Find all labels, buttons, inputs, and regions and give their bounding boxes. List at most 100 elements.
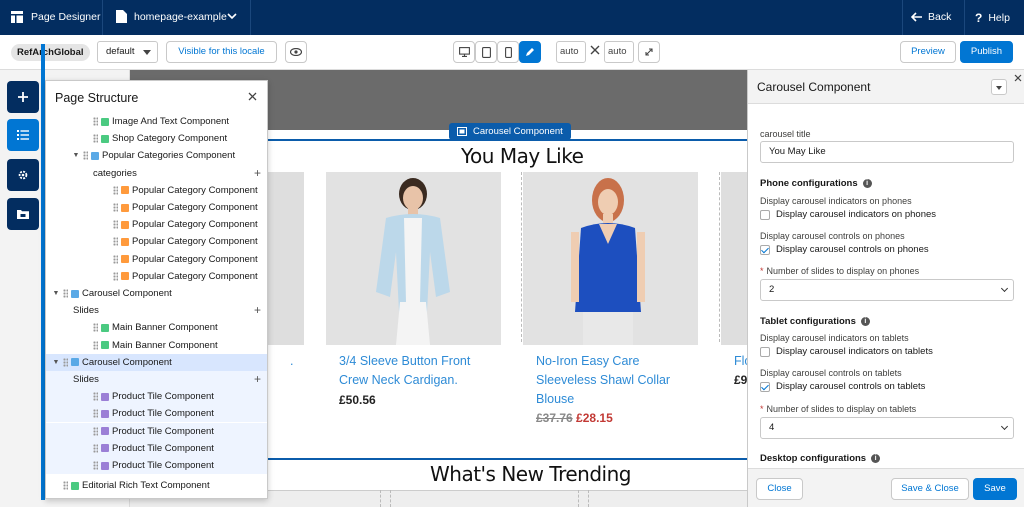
drag-handle-icon[interactable] bbox=[93, 323, 98, 333]
tree-row[interactable]: Popular Category Component bbox=[46, 251, 267, 268]
checkbox[interactable] bbox=[760, 209, 770, 220]
tablet-view-button[interactable] bbox=[475, 41, 497, 63]
help-button[interactable]: ? Help bbox=[975, 11, 1010, 25]
info-icon[interactable]: i bbox=[860, 317, 870, 326]
component-menu-button[interactable] bbox=[991, 79, 1007, 95]
drag-handle-icon[interactable] bbox=[113, 271, 118, 281]
rotate-button[interactable] bbox=[638, 41, 660, 63]
expand-toggle-icon[interactable]: ▼ bbox=[52, 285, 60, 302]
locale-select[interactable]: default bbox=[97, 41, 158, 63]
checkbox-checked[interactable] bbox=[760, 381, 770, 392]
tree-row[interactable]: ▼ Carousel Component bbox=[46, 285, 267, 302]
width-input[interactable]: auto bbox=[556, 41, 586, 63]
save-close-button[interactable]: Save & Close bbox=[891, 478, 969, 500]
expand-toggle-icon[interactable]: ▼ bbox=[52, 354, 60, 371]
tree-row[interactable]: Popular Category Component bbox=[46, 199, 267, 216]
app-grid-icon[interactable] bbox=[11, 11, 23, 23]
drag-handle-icon[interactable] bbox=[63, 289, 68, 298]
product-image[interactable] bbox=[523, 172, 698, 345]
tree-row[interactable]: categories + bbox=[46, 165, 267, 182]
tree-row[interactable]: Popular Category Component bbox=[46, 182, 267, 199]
tree-row[interactable]: Main Banner Component bbox=[46, 337, 267, 354]
close-button[interactable]: Close bbox=[756, 478, 803, 500]
drag-handle-icon[interactable] bbox=[113, 220, 118, 230]
edit-mode-button[interactable] bbox=[519, 41, 541, 63]
save-button[interactable]: Save bbox=[973, 478, 1017, 500]
add-slot-icon[interactable]: + bbox=[254, 302, 261, 319]
drag-handle-icon[interactable] bbox=[93, 340, 98, 350]
page-structure-button[interactable] bbox=[7, 119, 39, 151]
desktop-view-button[interactable] bbox=[453, 41, 475, 63]
drag-handle-icon[interactable] bbox=[63, 357, 68, 367]
height-input[interactable]: auto bbox=[604, 41, 634, 63]
info-icon[interactable]: i bbox=[862, 179, 872, 188]
tree-row[interactable]: ▼ Carousel Component bbox=[46, 353, 267, 371]
carousel-title-input[interactable]: You May Like bbox=[760, 141, 1014, 163]
drag-handle-icon[interactable] bbox=[93, 392, 98, 402]
tree-row[interactable]: Product Tile Component bbox=[46, 388, 267, 406]
settings-button[interactable] bbox=[7, 159, 39, 191]
product-name-fragment[interactable]: Flo bbox=[734, 352, 747, 371]
page-settings-button[interactable] bbox=[7, 198, 39, 230]
drag-handle-icon[interactable] bbox=[93, 461, 98, 470]
tree-row[interactable]: Popular Category Component bbox=[46, 268, 267, 285]
product-name[interactable]: 3/4 Sleeve Button Front Crew Neck Cardig… bbox=[339, 352, 499, 390]
tablet-config-heading: Tablet configurations i bbox=[760, 316, 870, 327]
close-icon[interactable] bbox=[248, 92, 257, 101]
phone-indicators-checkbox[interactable]: Display carousel indicators on phones bbox=[760, 209, 936, 220]
add-slot-icon[interactable]: + bbox=[254, 371, 261, 388]
drag-handle-icon[interactable] bbox=[93, 134, 98, 144]
tree-row[interactable]: Editorial Rich Text Component bbox=[46, 477, 267, 494]
checkbox[interactable] bbox=[760, 346, 770, 357]
tree-row[interactable]: Main Banner Component bbox=[46, 319, 267, 336]
tablet-slides-label-text: Number of slides to display on tablets bbox=[766, 404, 917, 414]
drag-handle-icon[interactable] bbox=[93, 117, 98, 126]
tree-row[interactable]: Popular Category Component bbox=[46, 216, 267, 233]
tree-row[interactable]: Popular Category Component bbox=[46, 233, 267, 250]
drag-handle-icon[interactable] bbox=[93, 443, 98, 453]
product-image[interactable] bbox=[326, 172, 501, 345]
preview-button[interactable]: Preview bbox=[900, 41, 956, 63]
tablet-config-heading-text: Tablet configurations bbox=[760, 316, 856, 327]
add-component-button[interactable] bbox=[7, 81, 39, 113]
phone-controls-checkbox[interactable]: Display carousel controls on phones bbox=[760, 244, 929, 255]
product-name[interactable]: No-Iron Easy Care Sleeveless Shawl Colla… bbox=[536, 352, 696, 409]
checkbox-checked[interactable] bbox=[760, 244, 770, 255]
tree-row[interactable]: Product Tile Component bbox=[46, 422, 267, 440]
preview-visibility-button[interactable] bbox=[285, 41, 307, 63]
back-button[interactable]: Back bbox=[911, 11, 951, 23]
chevron-down-icon[interactable] bbox=[227, 12, 237, 20]
drag-handle-icon[interactable] bbox=[113, 185, 118, 195]
selected-component-tag[interactable]: Carousel Component bbox=[449, 123, 571, 140]
drag-handle-icon[interactable] bbox=[113, 203, 118, 212]
expand-toggle-icon[interactable]: ▼ bbox=[72, 147, 80, 164]
product-image[interactable] bbox=[721, 172, 747, 345]
visible-for-locale-button[interactable]: Visible for this locale bbox=[166, 41, 277, 63]
tablet-controls-checkbox[interactable]: Display carousel controls on tablets bbox=[760, 381, 925, 392]
tree-row[interactable]: Slides + bbox=[46, 302, 267, 319]
phone-slides-select[interactable]: 2 bbox=[760, 279, 1014, 301]
drag-handle-icon[interactable] bbox=[63, 481, 68, 491]
phone-view-button[interactable] bbox=[497, 41, 519, 63]
tree-row[interactable]: Product Tile Component bbox=[46, 457, 267, 474]
tree-row[interactable]: Slides + bbox=[46, 371, 267, 388]
tree-row[interactable]: Product Tile Component bbox=[46, 405, 267, 423]
tree-row[interactable]: Image And Text Component bbox=[46, 113, 267, 130]
drag-handle-icon[interactable] bbox=[93, 426, 98, 436]
tree-row[interactable]: Shop Category Component bbox=[46, 130, 267, 147]
tree-row[interactable]: ▼ Popular Categories Component bbox=[46, 147, 267, 164]
tree-row[interactable]: Product Tile Component bbox=[46, 439, 267, 457]
component-type-icon bbox=[101, 392, 109, 401]
add-slot-icon[interactable]: + bbox=[254, 165, 261, 182]
info-icon[interactable]: i bbox=[871, 454, 881, 463]
page-name[interactable]: homepage-example bbox=[134, 11, 227, 23]
close-icon[interactable] bbox=[1014, 74, 1022, 82]
drag-handle-icon[interactable] bbox=[113, 254, 118, 264]
publish-button[interactable]: Publish bbox=[960, 41, 1013, 63]
tablet-indicators-checkbox[interactable]: Display carousel indicators on tablets bbox=[760, 346, 933, 357]
product-name-fragment[interactable]: . bbox=[290, 352, 293, 371]
tablet-slides-select[interactable]: 4 bbox=[760, 417, 1014, 439]
drag-handle-icon[interactable] bbox=[93, 409, 98, 419]
drag-handle-icon[interactable] bbox=[83, 151, 88, 161]
drag-handle-icon[interactable] bbox=[113, 237, 118, 247]
